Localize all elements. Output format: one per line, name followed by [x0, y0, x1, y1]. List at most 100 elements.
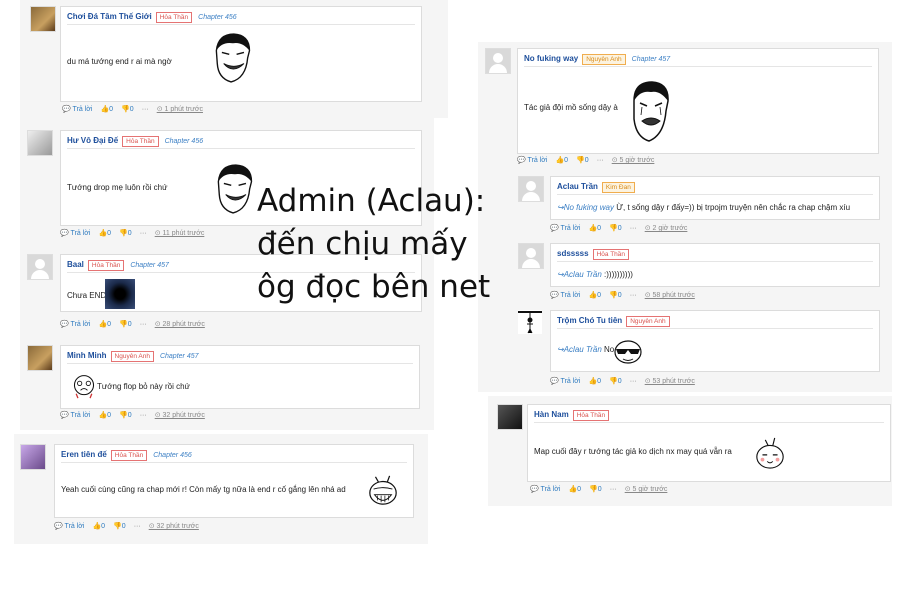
like-button[interactable]: 👍0 [588, 292, 601, 299]
comment-header: Minh Minh Nguyên Anh Chapter 457 [67, 351, 413, 364]
comment-card: Chơi Đá Tâm Thế Giới Hỏa Thần Chapter 456 … [30, 6, 422, 116]
like-button[interactable]: 👍0 [555, 157, 568, 164]
comment-box: Trộm Chó Tu tiên Nguyên Anh ↪Aclau Trần N… [550, 310, 880, 372]
like-button[interactable]: 👍0 [98, 412, 111, 419]
comment-text: ↪Aclau Trần No [557, 345, 615, 354]
more-button[interactable]: ··· [630, 225, 637, 232]
timestamp: ⊙ 28 phút trước [154, 321, 205, 328]
user-avatar[interactable] [485, 48, 511, 74]
more-button[interactable]: ··· [140, 321, 147, 328]
reply-button[interactable]: 💬 Trả lời [517, 157, 547, 164]
dislike-button[interactable]: 👎0 [119, 321, 132, 328]
user-avatar[interactable] [27, 254, 53, 280]
comment-actions: 💬 Trả lời 👍0 👎0 ··· ⊙ 53 phút trước [550, 377, 703, 385]
username-link[interactable]: Baal [67, 260, 84, 269]
rank-badge: Nguyên Anh [110, 351, 154, 362]
dislike-button[interactable]: 👎0 [119, 230, 132, 237]
comment-actions: 💬 Trả lời 👍0 👎0 ··· ⊙ 11 phút trước [60, 229, 212, 237]
like-button[interactable]: 👍0 [568, 486, 581, 493]
comment-header: Hư Vô Đại Đế Hỏa Thần Chapter 456 [67, 136, 415, 149]
caption-line: Admin (Aclau): [257, 183, 486, 219]
reply-button[interactable]: 💬 Trả lời [550, 292, 580, 299]
username-link[interactable]: Hư Vô Đại Đế [67, 136, 118, 145]
comment-card: Hàn Nam Hỏa Thần Map cuối đây r tướng tác… [497, 404, 893, 500]
reply-button[interactable]: 💬 Trả lời [550, 225, 580, 232]
chapter-link[interactable]: Chapter 457 [160, 353, 199, 360]
crying-face-meme-icon [633, 81, 669, 142]
username-link[interactable]: sdsssss [557, 249, 589, 258]
dislike-button[interactable]: 👎0 [121, 106, 134, 113]
reply-button[interactable]: 💬 Trả lời [60, 321, 90, 328]
timestamp: ⊙ 11 phút trước [154, 230, 205, 237]
reply-button[interactable]: 💬 Trả lời [550, 378, 580, 385]
user-avatar[interactable] [20, 444, 46, 470]
chapter-link[interactable]: Chapter 456 [153, 452, 192, 459]
username-link[interactable]: Chơi Đá Tâm Thế Giới [67, 12, 152, 21]
more-button[interactable]: ··· [630, 378, 637, 385]
reply-button[interactable]: 💬 Trả lời [60, 230, 90, 237]
like-button[interactable]: 👍0 [588, 225, 601, 232]
comment-actions: 💬 Trả lời 👍0 👎0 ··· ⊙ 32 phút trước [54, 522, 207, 530]
username-link[interactable]: Aclau Trần [557, 182, 598, 191]
dislike-button[interactable]: 👎0 [609, 225, 622, 232]
username-link[interactable]: Eren tiên đế [61, 450, 107, 459]
reply-button[interactable]: 💬 Trả lời [54, 523, 84, 530]
user-avatar[interactable] [518, 310, 542, 334]
username-link[interactable]: Minh Minh [67, 351, 107, 360]
like-button[interactable]: 👍0 [98, 321, 111, 328]
more-button[interactable]: ··· [630, 292, 637, 299]
comment-box: Minh Minh Nguyên Anh Chapter 457 Tướng flo… [60, 345, 420, 409]
timestamp: ⊙ 2 giờ trước [644, 225, 688, 232]
dislike-button[interactable]: 👎0 [113, 523, 126, 530]
dislike-button[interactable]: 👎0 [609, 292, 622, 299]
chapter-link[interactable]: Chapter 457 [130, 262, 169, 269]
comment-header: Eren tiên đế Hỏa Thần Chapter 456 [61, 450, 407, 463]
reply-button[interactable]: 💬 Trả lời [62, 106, 92, 113]
more-button[interactable]: ··· [134, 523, 141, 530]
dislike-button[interactable]: 👎0 [576, 157, 589, 164]
comment-card: Eren tiên đế Hỏa Thần Chapter 456 Yeah cuố… [20, 444, 420, 534]
user-avatar[interactable] [27, 345, 53, 371]
reply-mention-link[interactable]: ↪Aclau Trần [557, 345, 602, 354]
dislike-button[interactable]: 👎0 [119, 412, 132, 419]
sunglasses-sticker-icon [614, 340, 642, 364]
reply-button[interactable]: 💬 Trả lời [530, 486, 560, 493]
like-button[interactable]: 👍0 [92, 523, 105, 530]
user-avatar[interactable] [30, 6, 56, 32]
rage-face-meme-icon [217, 164, 253, 214]
chapter-link[interactable]: Chapter 457 [632, 56, 671, 63]
chapter-link[interactable]: Chapter 456 [198, 14, 237, 21]
timestamp: ⊙ 58 phút trước [644, 292, 695, 299]
more-button[interactable]: ··· [142, 106, 149, 113]
comment-actions: 💬 Trả lời 👍0 👎0 ··· ⊙ 5 giờ trước [530, 485, 675, 493]
comment-actions: 💬 Trả lời 👍0 👎0 ··· ⊙ 5 giờ trước [517, 156, 662, 164]
like-button[interactable]: 👍0 [98, 230, 111, 237]
black-hole-sticker-icon [105, 279, 135, 309]
chapter-link[interactable]: Chapter 456 [165, 138, 204, 145]
comment-header: No fuking way Nguyên Anh Chapter 457 [524, 54, 872, 67]
user-avatar[interactable] [497, 404, 523, 430]
reply-mention-link[interactable]: ↪No fuking way [557, 203, 614, 212]
rank-badge: Hỏa Thần [572, 410, 610, 421]
more-button[interactable]: ··· [610, 486, 617, 493]
more-button[interactable]: ··· [597, 157, 604, 164]
comment-text: Map cuối đây r tướng tác giả ko dịch nx … [534, 447, 732, 456]
comment-actions: 💬 Trả lời 👍0 👎0 ··· ⊙ 28 phút trước [60, 320, 213, 328]
like-button[interactable]: 👍0 [588, 378, 601, 385]
user-avatar[interactable] [27, 130, 53, 156]
rank-badge: Hỏa Thần [122, 136, 159, 147]
username-link[interactable]: Trộm Chó Tu tiên [557, 316, 622, 325]
hanging-figure-icon [518, 311, 542, 334]
username-link[interactable]: No fuking way [524, 54, 578, 63]
reply-button[interactable]: 💬 Trả lời [60, 412, 90, 419]
user-avatar[interactable] [518, 243, 544, 269]
more-button[interactable]: ··· [140, 230, 147, 237]
timestamp: ⊙ 32 phút trước [148, 523, 199, 530]
user-avatar[interactable] [518, 176, 544, 202]
dislike-button[interactable]: 👎0 [609, 378, 622, 385]
reply-mention-link[interactable]: ↪Aclau Trần [557, 270, 602, 279]
like-button[interactable]: 👍0 [100, 106, 113, 113]
dislike-button[interactable]: 👎0 [589, 486, 602, 493]
more-button[interactable]: ··· [140, 412, 147, 419]
username-link[interactable]: Hàn Nam [534, 410, 569, 419]
